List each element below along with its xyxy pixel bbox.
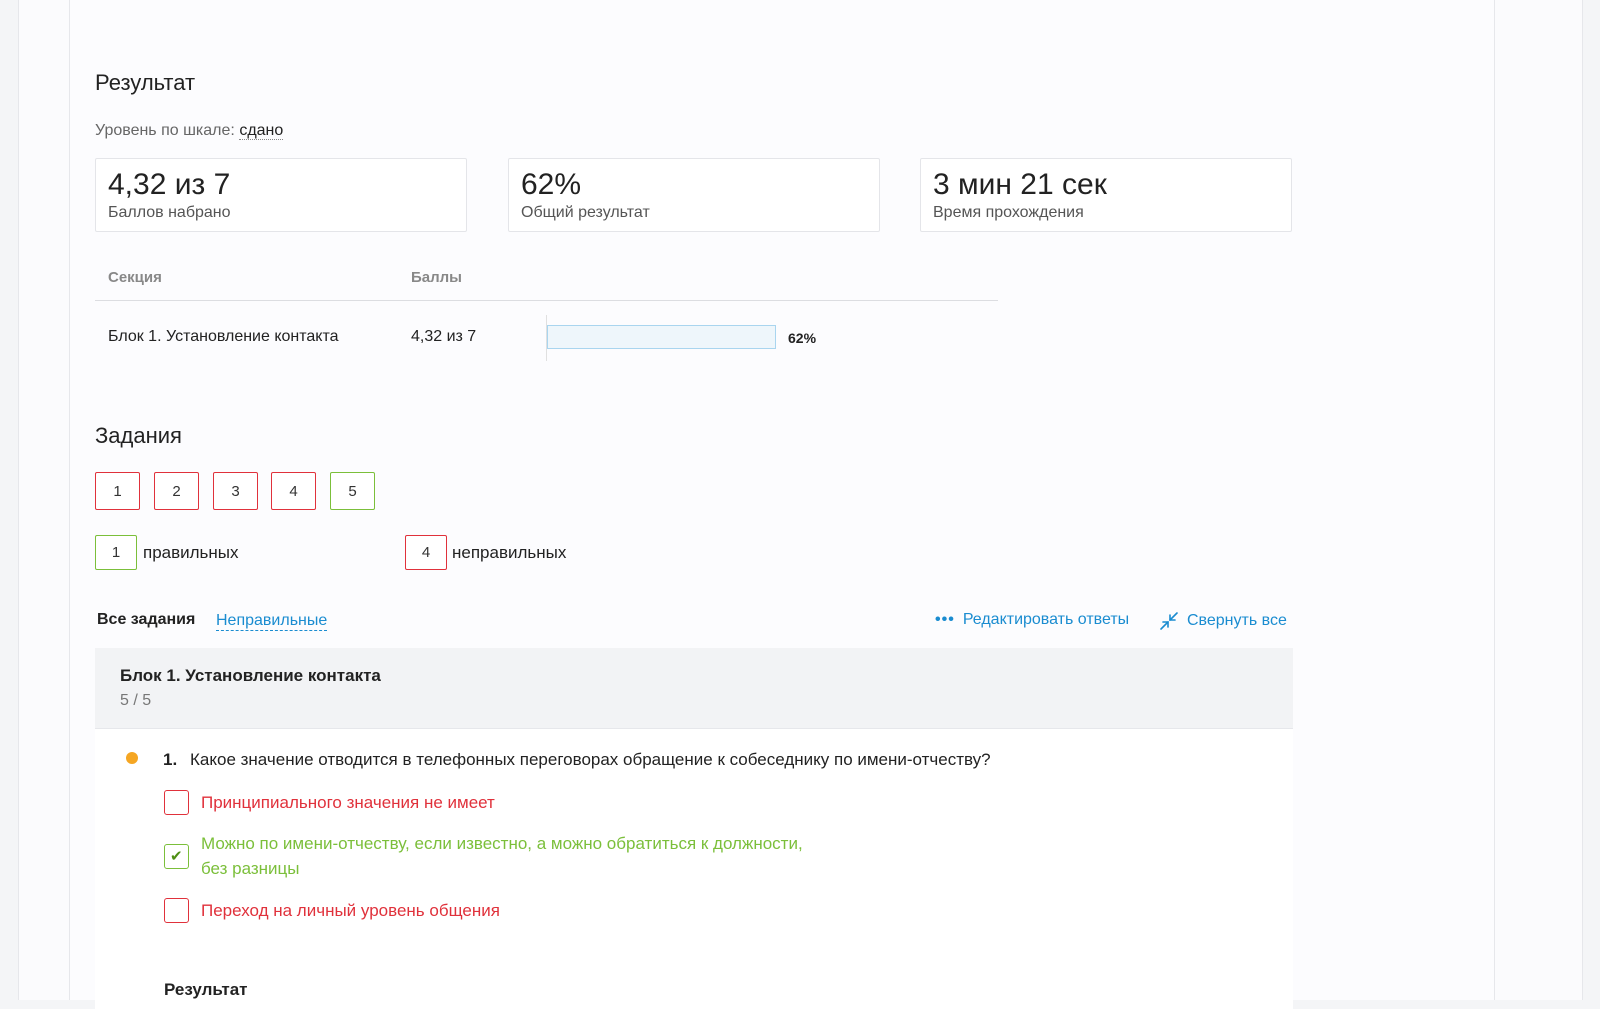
- section-progress-bar: [547, 325, 776, 349]
- collapse-arrows-icon: [1159, 611, 1179, 631]
- task-button-1[interactable]: 1: [95, 472, 140, 510]
- collapse-all-label: Свернуть все: [1187, 612, 1287, 629]
- checkmark-icon: ✔: [170, 848, 183, 865]
- correct-count-badge: 1: [95, 535, 137, 570]
- question-status-dot: [126, 752, 138, 764]
- question-number: 1.: [163, 750, 178, 769]
- more-dots-icon: •••: [935, 611, 955, 628]
- score-value: 4,32 из 7: [108, 168, 231, 201]
- option-checkbox-3[interactable]: [164, 898, 189, 923]
- column-header-score: Баллы: [411, 269, 462, 286]
- score-label: Баллов набрано: [108, 204, 231, 221]
- block-title: Блок 1. Установление контакта: [120, 666, 381, 685]
- task-button-5[interactable]: 5: [330, 472, 375, 510]
- question-result-label: Результат: [164, 980, 248, 999]
- percent-card: 62% Общий результат: [508, 158, 880, 232]
- block-count: 5 / 5: [120, 692, 152, 709]
- task-button-2[interactable]: 2: [154, 472, 199, 510]
- score-card: 4,32 из 7 Баллов набрано: [95, 158, 467, 232]
- option-text-2-line1: Можно по имени-отчеству, если известно, …: [201, 834, 803, 853]
- task-button-4[interactable]: 4: [271, 472, 316, 510]
- option-text-1: Принципиального значения не имеет: [201, 793, 495, 812]
- result-heading: Результат: [95, 70, 196, 95]
- section-progress-fill: [548, 326, 689, 348]
- wrong-count-badge: 4: [405, 535, 447, 570]
- table-header-divider: [95, 300, 998, 301]
- time-card: 3 мин 21 сек Время прохождения: [920, 158, 1292, 232]
- section-name: Блок 1. Установление контакта: [108, 328, 339, 345]
- time-label: Время прохождения: [933, 204, 1084, 221]
- section-score: 4,32 из 7: [411, 328, 477, 345]
- correct-label: правильных: [143, 543, 239, 562]
- option-text-3: Переход на личный уровень общения: [201, 901, 500, 920]
- block-header[interactable]: Блок 1. Установление контакта 5 / 5: [95, 648, 1293, 729]
- option-text-2-line2: без разницы: [201, 859, 300, 878]
- task-button-3[interactable]: 3: [213, 472, 258, 510]
- option-checkbox-1[interactable]: [164, 790, 189, 815]
- filter-all-tasks[interactable]: Все задания: [97, 611, 195, 629]
- option-checkbox-2[interactable]: ✔: [164, 844, 189, 869]
- option-text-2: Можно по имени-отчеству, если известно, …: [201, 831, 803, 881]
- tasks-heading: Задания: [95, 423, 182, 448]
- filter-wrong-tasks[interactable]: Неправильные: [216, 611, 328, 631]
- column-header-section: Секция: [108, 269, 162, 286]
- percent-label: Общий результат: [521, 204, 650, 221]
- question-text: Какое значение отводится в телефонных пе…: [190, 750, 991, 769]
- edit-answers-label: Редактировать ответы: [962, 611, 1130, 628]
- scale-label: Уровень по шкале:: [95, 122, 235, 139]
- scale-value[interactable]: сдано: [239, 122, 284, 140]
- section-percent: 62%: [788, 330, 817, 346]
- time-value: 3 мин 21 сек: [933, 168, 1107, 201]
- edit-answers-button[interactable]: ••• Редактировать ответы: [935, 611, 1129, 629]
- scale-level: Уровень по шкале: сдано: [95, 122, 284, 140]
- percent-value: 62%: [521, 168, 582, 201]
- wrong-label: неправильных: [452, 543, 567, 562]
- collapse-all-button[interactable]: Свернуть все: [1159, 611, 1287, 631]
